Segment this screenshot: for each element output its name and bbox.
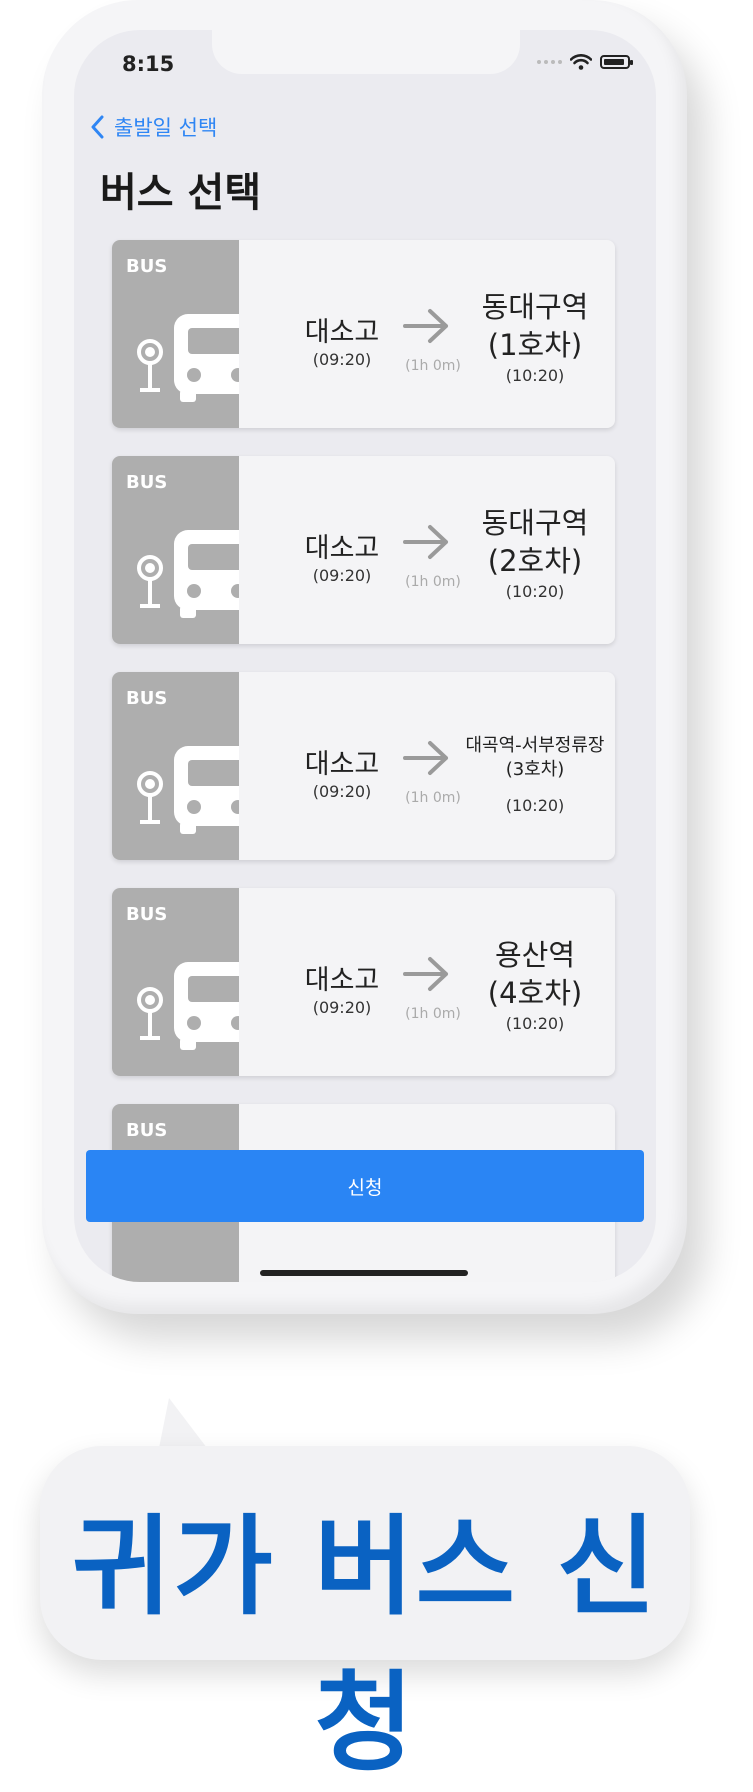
bus-card[interactable]: BUS 대소고 (09:20) (: [112, 672, 615, 860]
departure: 대소고 (09:20): [282, 310, 402, 369]
back-button[interactable]: 출발일 선택: [90, 112, 217, 142]
wifi-icon: [570, 54, 592, 70]
destination-stop: 대곡역-서부정류장: [465, 735, 605, 756]
home-indicator: [260, 1270, 468, 1276]
arrival-time: (10:20): [505, 796, 565, 815]
bus-card[interactable]: BUS 대소고 (09:20) (: [112, 888, 615, 1076]
back-label: 출발일 선택: [114, 116, 218, 140]
departure-time: (09:20): [312, 782, 372, 801]
departure-stop: 대소고: [304, 749, 380, 780]
destination-stop: 동대구역: [481, 506, 589, 540]
bus-number: (3호차): [505, 759, 565, 780]
arrow-right-icon: [403, 741, 448, 775]
battery-icon: [600, 55, 633, 69]
departure: 대소고 (09:20): [282, 742, 402, 801]
departure-time: (09:20): [312, 998, 372, 1017]
bus-number: (4호차): [487, 976, 583, 1010]
bus-card-side: BUS: [112, 456, 239, 644]
caption-bubble: 귀가 버스 신청: [40, 1446, 690, 1786]
bus-stop-icon: [137, 314, 239, 402]
bus-tag: BUS: [126, 1120, 168, 1141]
departure: 대소고 (09:20): [282, 958, 402, 1017]
app-screen: 8:15 출발일 선택 버스 선택 BUS 대소고 (09:20) (1h 0m…: [74, 30, 656, 1282]
bus-card-side: BUS: [112, 888, 239, 1076]
bus-stop-icon: [137, 530, 239, 618]
departure-time: (09:20): [312, 350, 372, 369]
destination-stop: 용산역: [494, 938, 576, 972]
destination: 용산역 (4호차) (10:20): [455, 936, 615, 1033]
departure-time: (09:20): [312, 566, 372, 585]
bus-card[interactable]: BUS 대소고 (09:20) (: [112, 240, 615, 428]
destination: 동대구역 (2호차) (10:20): [455, 504, 615, 601]
bus-card-side: BUS: [112, 240, 239, 428]
apply-button[interactable]: 신청: [86, 1150, 644, 1222]
destination: 대곡역-서부정류장 (3호차) (10:20): [455, 734, 615, 815]
bus-stop-icon: [137, 962, 239, 1050]
chevron-left-icon: [91, 115, 104, 139]
bus-card[interactable]: BUS 대소고 (09:20) (: [112, 456, 615, 644]
signal-icon: [537, 60, 562, 64]
departure-stop: 대소고: [304, 317, 380, 348]
departure-stop: 대소고: [304, 533, 380, 564]
arrow-right-icon: [403, 309, 448, 343]
arrival-time: (10:20): [505, 1014, 565, 1033]
destination: 동대구역 (1호차) (10:20): [455, 288, 615, 385]
status-icons: [537, 54, 633, 70]
bus-number: (1호차): [487, 328, 583, 362]
bus-number: (2호차): [487, 544, 583, 578]
caption-title: 귀가 버스 신청: [72, 1505, 658, 1786]
arrival-time: (10:20): [505, 582, 565, 601]
arrow-right-icon: [403, 957, 448, 991]
notch: [212, 30, 520, 74]
departure-stop: 대소고: [304, 965, 380, 996]
bus-card-side: BUS: [112, 672, 239, 860]
arrival-time: (10:20): [505, 366, 565, 385]
status-time: 8:15: [122, 52, 175, 76]
arrow-right-icon: [403, 525, 448, 559]
departure: 대소고 (09:20): [282, 526, 402, 585]
page-title: 버스 선택: [100, 170, 262, 216]
destination-stop: 동대구역: [481, 290, 589, 324]
bus-stop-icon: [137, 746, 239, 834]
